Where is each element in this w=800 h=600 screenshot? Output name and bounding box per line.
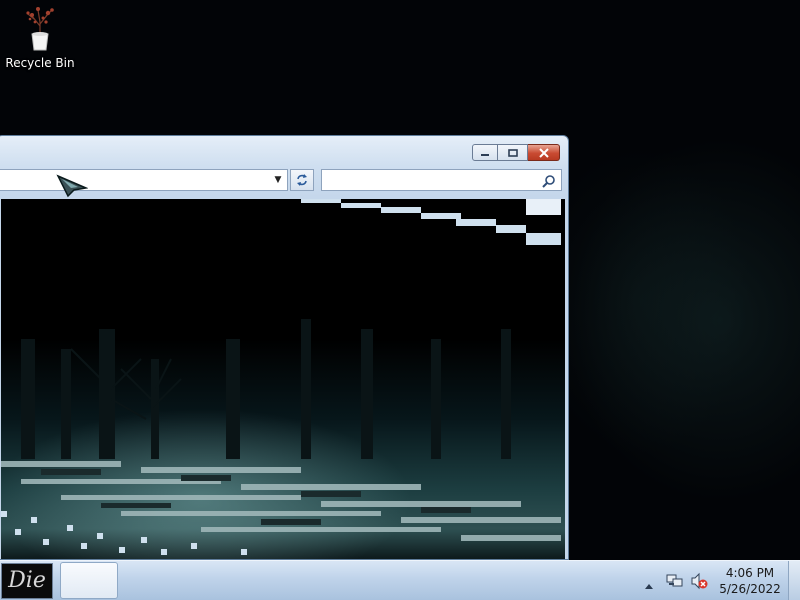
recycle-bin-icon xyxy=(26,7,54,51)
volume-muted-icon[interactable] xyxy=(690,572,708,594)
address-bar[interactable]: ▼ xyxy=(0,169,288,191)
search-icon[interactable] xyxy=(542,173,556,192)
refresh-icon xyxy=(297,174,307,186)
network-icon[interactable] xyxy=(666,572,684,594)
search-input[interactable] xyxy=(326,171,530,191)
taskbar-clock[interactable]: 4:06 PM 5/26/2022 xyxy=(716,565,784,597)
close-icon xyxy=(538,147,549,158)
minimize-button[interactable] xyxy=(472,144,498,161)
minimize-icon xyxy=(481,153,489,156)
close-button[interactable] xyxy=(528,144,560,161)
window-content-pane[interactable] xyxy=(1,199,565,559)
clock-date: 5/26/2022 xyxy=(719,582,781,596)
desktop: Recycle Bin ▼ Die 4:06 PM 5/26/2022 xyxy=(0,0,800,600)
search-box[interactable] xyxy=(321,169,562,191)
show-desktop-button[interactable] xyxy=(788,561,800,600)
desktop-icon-recycle-bin[interactable]: Recycle Bin xyxy=(4,4,76,76)
refresh-button[interactable] xyxy=(290,169,314,191)
desktop-icon-label: Recycle Bin xyxy=(5,56,75,70)
taskbar-window-button[interactable] xyxy=(60,562,118,599)
restore-icon xyxy=(507,148,518,157)
taskbar: Die 4:06 PM 5/26/2022 xyxy=(0,560,800,600)
forest-background-image xyxy=(1,199,561,555)
start-button[interactable]: Die xyxy=(1,563,53,599)
address-dropdown-icon[interactable]: ▼ xyxy=(273,174,283,186)
show-hidden-icons-icon[interactable] xyxy=(644,575,654,594)
clock-time: 4:06 PM xyxy=(725,566,775,580)
maximize-button[interactable] xyxy=(498,144,528,161)
caption-buttons xyxy=(472,144,560,162)
mouse-cursor-icon xyxy=(56,174,89,202)
